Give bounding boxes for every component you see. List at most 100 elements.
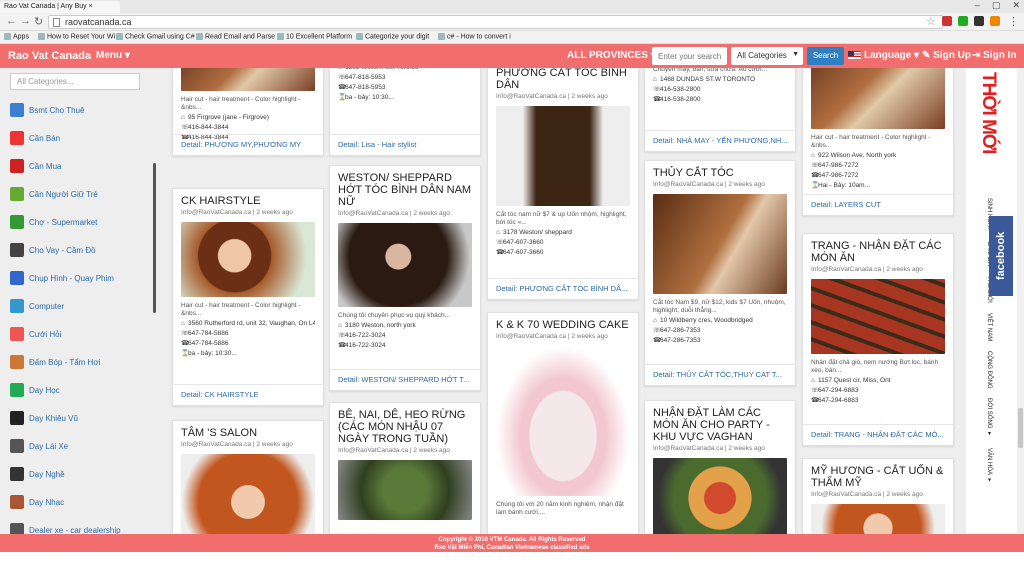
card-detail-link[interactable]: Detail: THỦY CẮT TÓC,THUY CAT T... (645, 364, 795, 385)
close-icon[interactable]: ✕ (1012, 0, 1020, 10)
card-detail-link[interactable]: Detail: PHƯỢNG MY,PHƯƠNG MY (173, 134, 323, 155)
listing-card[interactable]: &nbs...⌂1363 Wilson Ave, Toronto☏647-818… (329, 68, 481, 156)
listing-card[interactable]: TRANG - NHẬN ĐẶT CÁC MÓN ĂN Info@RaoVatCa… (802, 233, 954, 446)
category-search-input[interactable]: All Categories... (10, 73, 140, 90)
listing-photo[interactable] (811, 279, 945, 354)
signin-link[interactable]: ⇥ Sign In (972, 50, 1017, 61)
listing-photo[interactable] (496, 346, 630, 496)
card-detail-link[interactable]: Detail: TRANG - NHẬN ĐẶT CÁC MÓ... (803, 424, 953, 445)
menu-dots-icon[interactable]: ⋮ (1008, 15, 1019, 28)
thoi-moi-logo[interactable]: THỜI MỚI (977, 72, 999, 180)
extension-icon[interactable] (942, 16, 952, 26)
sidebar-category-item[interactable]: Đấm Bóp - Tẩm Hơi (10, 348, 121, 376)
facebook-tab[interactable]: facebook (989, 216, 1013, 296)
menu-dropdown[interactable]: Menu ▾ (96, 50, 130, 61)
listing-photo[interactable] (181, 454, 315, 534)
extension-icon[interactable] (958, 16, 968, 26)
listing-photo[interactable] (338, 460, 472, 520)
signup-link[interactable]: ✎ Sign Up (922, 50, 971, 61)
listing-card[interactable]: TÂM 'S SALON Info@RaoVatCanada.ca | 2 wee… (172, 420, 324, 534)
bookmark-item[interactable]: Check Gmail using C# (116, 33, 195, 40)
listing-card[interactable]: CK HAIRSTYLE Info@RaoVatCanada.ca | 2 wee… (172, 188, 324, 406)
card-title[interactable]: MỸ HƯƠNG - CẮT UỐN & THẨM MỸ (811, 459, 945, 489)
sidebar-category-item[interactable]: Dạy Khiêu Vũ (10, 404, 121, 432)
sidebar-scrollbar[interactable] (153, 163, 156, 313)
listing-card[interactable]: MỸ HƯƠNG - CẮT UỐN & THẨM MỸ Info@RaoVatC… (802, 458, 954, 534)
extension-icon[interactable] (974, 16, 984, 26)
card-detail-link[interactable]: Detail: LAYERS CUT (803, 194, 953, 215)
listing-photo[interactable] (811, 504, 945, 534)
listing-photo[interactable] (811, 68, 945, 129)
card-detail-link[interactable]: Detail: CK HAIRSTYLE (173, 384, 323, 405)
categories-select[interactable]: All Categories ▼ (731, 47, 803, 65)
ad-nav-item[interactable]: CỘNG ĐỒNG (986, 351, 992, 389)
sidebar-category-item[interactable]: Dạy Nhạc (10, 488, 121, 516)
bookmark-apps[interactable]: Apps (4, 33, 29, 40)
listing-card[interactable]: Hair cut - hair treatment - Color highli… (172, 68, 324, 156)
card-detail-link[interactable]: Detail: PHƯƠNG CẮT TÓC BÌNH DÂ... (488, 278, 638, 299)
listing-card[interactable]: K & K 70 WEDDING CAKE Info@RaoVatCanada.c… (487, 312, 639, 534)
ad-nav-item[interactable]: VIỆT NAM (986, 313, 992, 341)
listing-card[interactable]: Hair cut - hair treatment - Color highli… (802, 68, 954, 216)
card-title[interactable]: BÊ, NAI, DÊ, HEO RỪNG (CÁC MÓN NHẬU 07 N… (338, 403, 472, 445)
sidebar-category-item[interactable]: Chợ - Supermarket (10, 208, 121, 236)
search-input[interactable] (652, 47, 727, 65)
sidebar-category-item[interactable]: Computer (10, 292, 121, 320)
sidebar-category-item[interactable]: Bsmt Cho Thuê (10, 96, 121, 124)
bookmark-item[interactable]: Read Email and Parse (196, 33, 275, 40)
browser-tab[interactable]: Rao Vat Canada | Any Buy × (0, 1, 120, 13)
forward-icon[interactable]: → (20, 15, 31, 27)
scroll-thumb[interactable] (1018, 408, 1023, 448)
sidebar-category-item[interactable]: Cần Mua (10, 152, 121, 180)
address-bar[interactable]: raovatcanada.ca (48, 15, 943, 29)
sidebar-category-item[interactable]: Cho Vay - Cầm Đồ (10, 236, 121, 264)
maximize-icon[interactable]: ▢ (992, 0, 1001, 10)
card-title[interactable]: TÂM 'S SALON (181, 421, 315, 439)
back-icon[interactable]: ← (6, 15, 17, 27)
card-detail-link[interactable]: Detail: NHÀ MAY - YẾN PHƯƠNG,NH... (645, 130, 795, 151)
sidebar-category-item[interactable]: Day Học (10, 376, 121, 404)
bookmark-item[interactable]: Categorize your digit (356, 33, 429, 40)
listing-photo[interactable] (181, 222, 315, 297)
bookmark-item[interactable]: 10 Excellent Platform (277, 33, 352, 40)
card-title[interactable]: TRANG - NHẬN ĐẶT CÁC MÓN ĂN (811, 234, 945, 264)
card-detail-link[interactable]: Detail: WESTON/ SHEPPARD HỚT T... (330, 369, 480, 390)
card-title[interactable]: CK HAIRSTYLE (181, 189, 315, 207)
sidebar-category-item[interactable]: Dạy Nghề (10, 460, 121, 488)
sidebar-category-item[interactable]: Cần Người Giữ Trẻ (10, 180, 121, 208)
listing-photo[interactable] (338, 223, 472, 307)
sidebar-category-item[interactable]: Dạy Lái Xe (10, 432, 121, 460)
sidebar-category-item[interactable]: Cưới Hỏi (10, 320, 121, 348)
listing-card[interactable]: NHẬN ĐẶT LÀM CÁC MÓN ĂN CHO PARTY - khu … (644, 400, 796, 534)
card-detail-link[interactable]: Detail: Lisa - Hair stylist (330, 134, 480, 155)
ad-nav-item[interactable]: VĂN HÓA ▾ (986, 448, 992, 483)
sidebar-category-item[interactable]: Cần Bán (10, 124, 121, 152)
site-brand[interactable]: Rao Vat Canada (8, 50, 91, 62)
listing-card[interactable]: WESTON/ SHEPPARD HỚT TÓC BÌNH DÂN NAM NỮ… (329, 165, 481, 391)
card-title[interactable]: K & K 70 WEDDING CAKE (496, 313, 630, 331)
page-scrollbar[interactable] (1017, 68, 1024, 534)
listing-photo[interactable] (496, 106, 630, 206)
listing-card[interactable]: PHƯƠNG CẮT TÓC BÌNH DÂN Info@RaoVatCanada… (487, 68, 639, 300)
provinces-dropdown[interactable]: ALL PROVINCES ▾ (567, 50, 656, 61)
listing-card[interactable]: BÊ, NAI, DÊ, HEO RỪNG (CÁC MÓN NHẬU 07 N… (329, 402, 481, 534)
sidebar-category-item[interactable]: Dealer xe - car dealership (10, 516, 121, 534)
card-title[interactable]: PHƯƠNG CẮT TÓC BÌNH DÂN (496, 68, 630, 91)
bookmark-item[interactable]: How to Reset Your Wi (38, 33, 115, 40)
listing-card[interactable]: THỦY CẮT TÓC Info@RaoVatCanada.ca | 2 wee… (644, 160, 796, 386)
minimize-icon[interactable]: – (975, 0, 980, 10)
search-button[interactable]: Search (807, 47, 844, 65)
card-title[interactable]: WESTON/ SHEPPARD HỚT TÓC BÌNH DÂN NAM NỮ (338, 166, 472, 208)
listing-card[interactable]: Chuyên may, bán, sửa chữa: Áo cưới... ⌂ 14… (644, 68, 796, 152)
bookmark-item[interactable]: c# - How to convert i (438, 33, 511, 40)
extension-icon[interactable] (990, 16, 1000, 26)
ad-nav-item[interactable]: ĐỜI SỐNG ▾ (986, 398, 992, 437)
language-dropdown[interactable]: Language ▾ (848, 50, 919, 61)
listing-photo[interactable] (653, 194, 787, 294)
listing-photo[interactable] (653, 458, 787, 534)
reload-icon[interactable]: ↻ (34, 15, 43, 28)
bookmark-star-icon[interactable]: ☆ (926, 15, 936, 28)
card-title[interactable]: THỦY CẮT TÓC (653, 161, 787, 179)
listing-photo[interactable] (181, 68, 315, 91)
sidebar-category-item[interactable]: Chụp Hình - Quay Phim (10, 264, 121, 292)
